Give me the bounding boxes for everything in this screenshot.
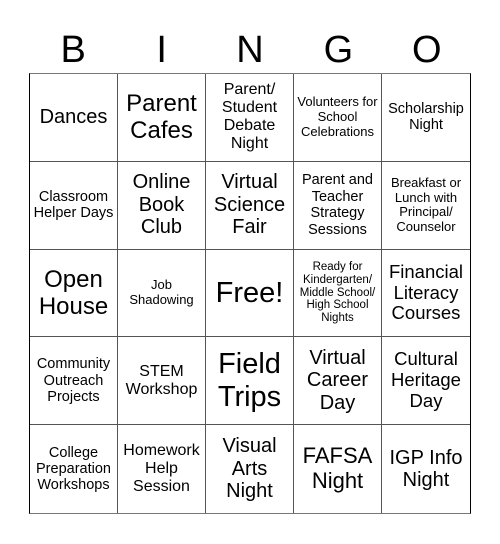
- bingo-cell[interactable]: Volunteers for School Celebrations: [294, 74, 382, 162]
- bingo-cell[interactable]: Virtual Career Day: [294, 337, 382, 426]
- bingo-cell[interactable]: Parent/ Student Debate Night: [206, 74, 294, 162]
- header-letter-g: G: [323, 29, 354, 71]
- bingo-cell[interactable]: Community Outreach Projects: [30, 337, 118, 426]
- bingo-cell[interactable]: Visual Arts Night: [206, 425, 294, 513]
- header-letter-o: O: [412, 29, 442, 71]
- bingo-cell[interactable]: Scholarship Night: [382, 74, 470, 162]
- bingo-cell[interactable]: FAFSA Night: [294, 425, 382, 513]
- bingo-cell[interactable]: Financial Literacy Courses: [382, 250, 470, 338]
- bingo-cell[interactable]: Field Trips: [206, 337, 294, 426]
- header-letter-n: N: [236, 29, 264, 71]
- bingo-cell[interactable]: College Preparation Workshops: [30, 425, 118, 513]
- bingo-cell[interactable]: Cultural Heritage Day: [382, 337, 470, 426]
- bingo-cell[interactable]: Ready for Kindergarten/ Middle School/ H…: [294, 249, 382, 338]
- bingo-cell[interactable]: Homework Help Session: [118, 425, 206, 513]
- bingo-cell[interactable]: Virtual Science Fair: [206, 161, 294, 250]
- free-space[interactable]: Free!: [206, 249, 294, 338]
- bingo-cell[interactable]: Open House: [30, 249, 118, 338]
- bingo-cell[interactable]: STEM Workshop: [118, 337, 206, 426]
- bingo-cell[interactable]: Online Book Club: [118, 161, 206, 250]
- bingo-cell[interactable]: IGP Info Night: [382, 425, 470, 513]
- bingo-cell[interactable]: Parent and Teacher Strategy Sessions: [294, 161, 382, 250]
- bingo-cell[interactable]: Parent Cafes: [118, 74, 206, 162]
- bingo-cell[interactable]: Dances: [30, 74, 118, 162]
- bingo-cell[interactable]: Job Shadowing: [118, 249, 206, 338]
- bingo-header: B I N G O: [29, 28, 471, 73]
- header-letter-i: I: [156, 29, 167, 71]
- header-letter-b: B: [60, 29, 86, 71]
- bingo-card: Dances Parent Cafes Parent/ Student Deba…: [29, 73, 471, 514]
- bingo-cell[interactable]: Classroom Helper Days: [30, 161, 118, 250]
- bingo-cell[interactable]: Breakfast or Lunch with Principal/ Couns…: [382, 162, 470, 250]
